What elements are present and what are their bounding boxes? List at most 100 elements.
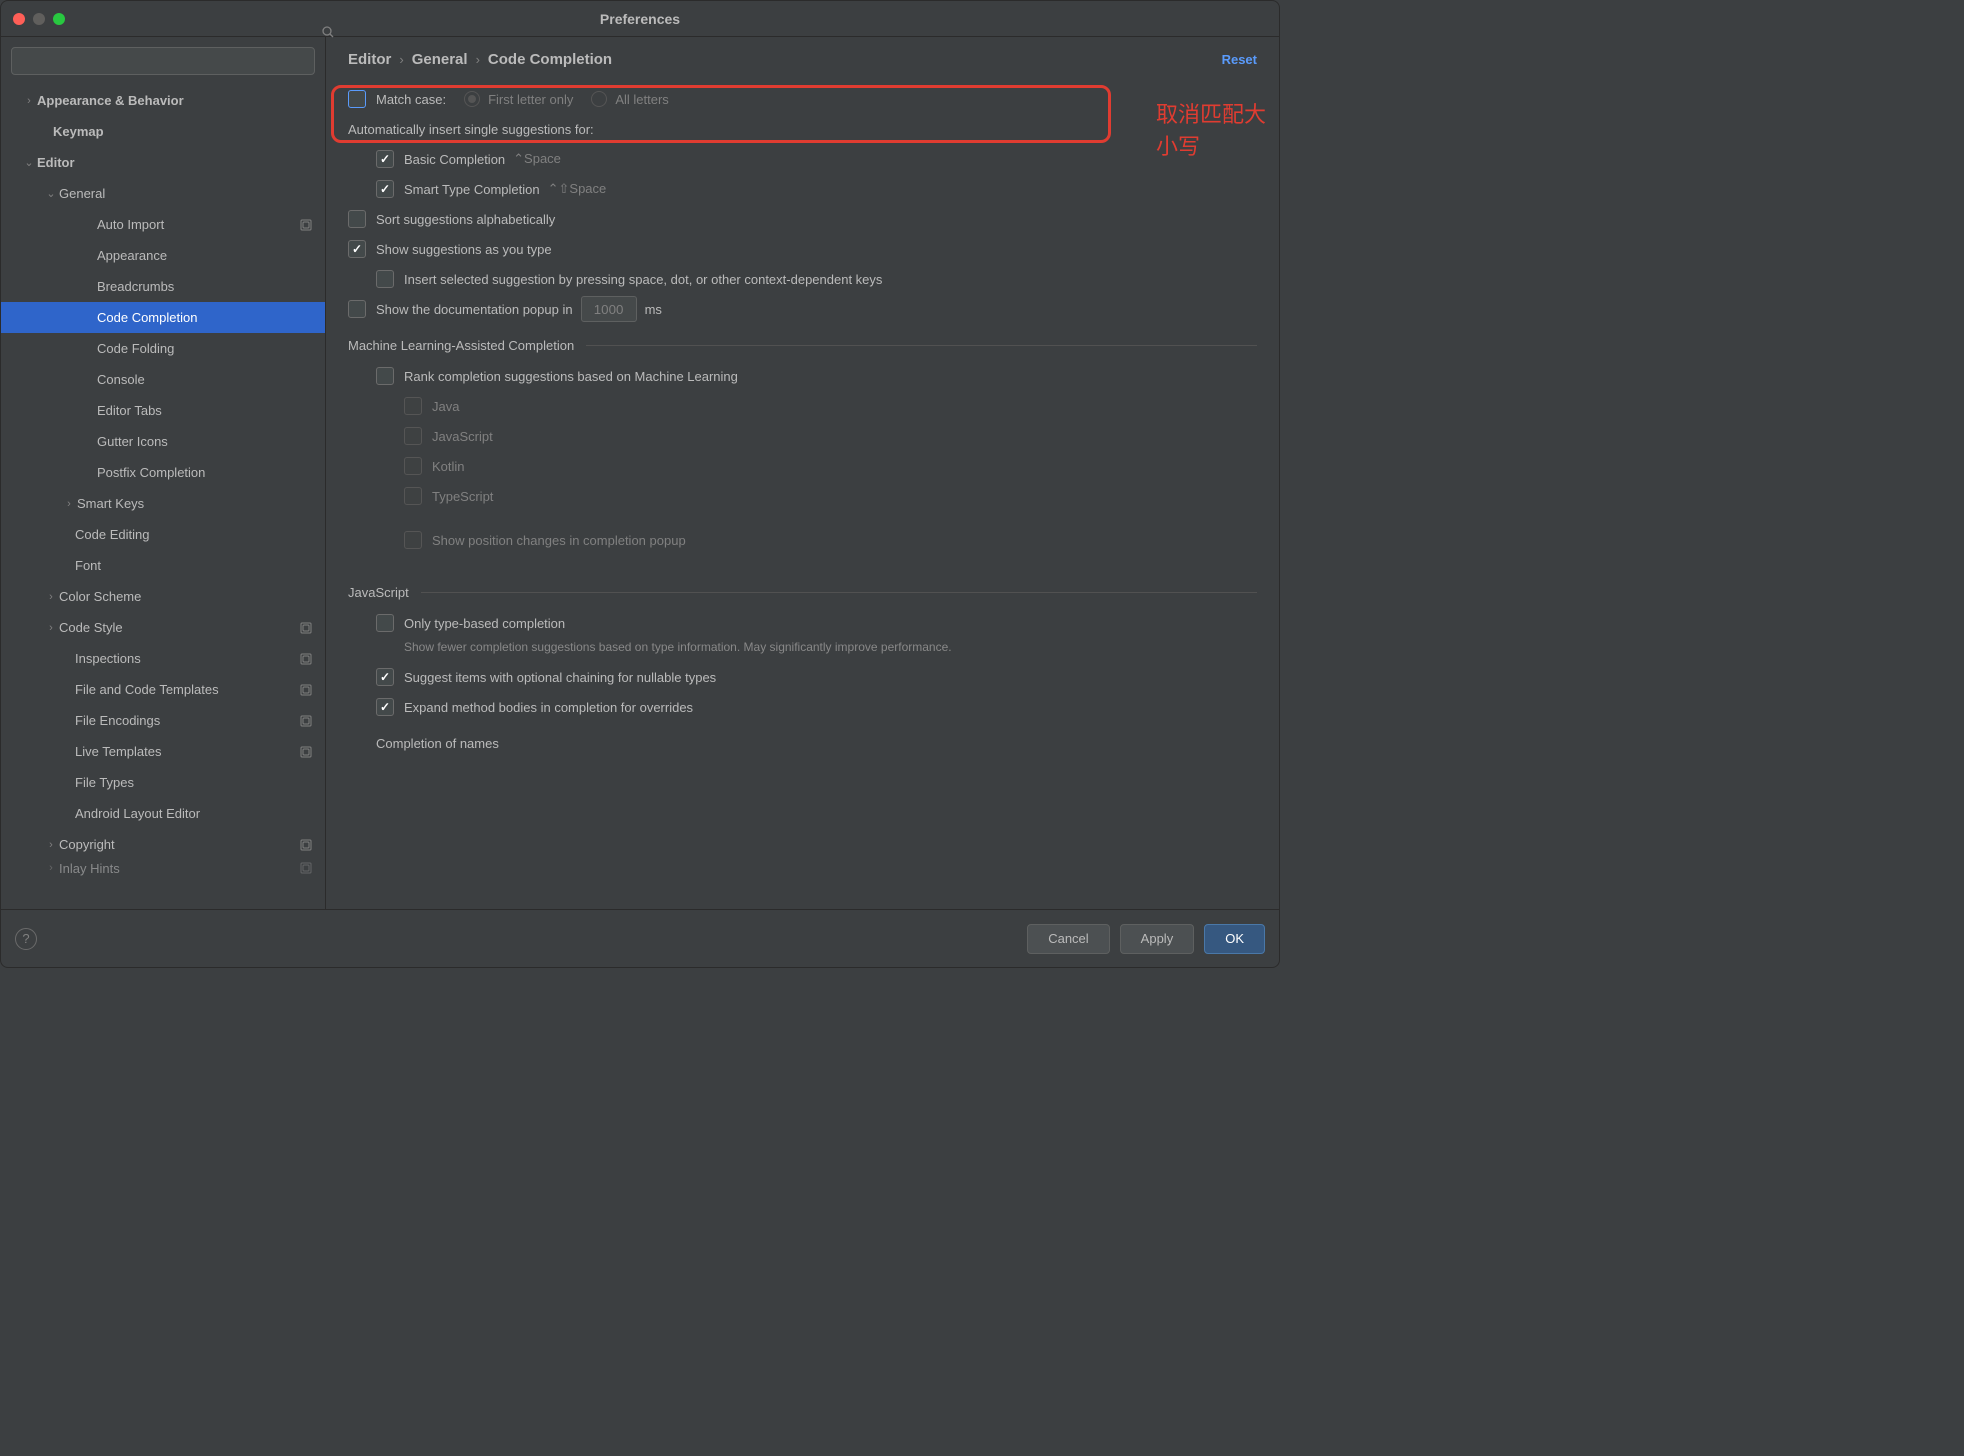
- js-type-based-checkbox[interactable]: [376, 614, 394, 632]
- spacer: [81, 436, 97, 448]
- first-letter-radio: [464, 91, 480, 107]
- ml-kotlin-label: Kotlin: [432, 459, 465, 474]
- sidebar-item-label: Inlay Hints: [59, 861, 299, 876]
- spacer: [81, 250, 97, 262]
- sidebar-item-label: Keymap: [53, 124, 317, 139]
- sidebar-item-color-scheme[interactable]: ›Color Scheme: [1, 581, 325, 612]
- separator: [586, 345, 1257, 346]
- sidebar-item-code-style[interactable]: ›Code Style: [1, 612, 325, 643]
- basic-shortcut: ⌃Space: [513, 151, 561, 167]
- spacer: [59, 808, 75, 820]
- sidebar-item-keymap[interactable]: Keymap: [1, 116, 325, 147]
- chevron-right-icon: ›: [476, 52, 480, 67]
- spacer: [81, 281, 97, 293]
- spacer: [59, 777, 75, 789]
- sidebar-item-label: Postfix Completion: [97, 465, 317, 480]
- insert-selected-checkbox[interactable]: [376, 270, 394, 288]
- sidebar-item-label: Appearance: [97, 248, 317, 263]
- doc-delay-input[interactable]: [581, 296, 637, 322]
- spacer: [59, 529, 75, 541]
- sidebar-item-general[interactable]: ⌄General: [1, 178, 325, 209]
- cancel-button[interactable]: Cancel: [1027, 924, 1109, 954]
- sidebar-item-label: Color Scheme: [59, 589, 317, 604]
- sidebar-item-label: Appearance & Behavior: [37, 93, 317, 108]
- separator: [421, 592, 1257, 593]
- sidebar-item-label: Inspections: [75, 651, 299, 666]
- sidebar-item-editor-tabs[interactable]: Editor Tabs: [1, 395, 325, 426]
- basic-completion-checkbox[interactable]: [376, 150, 394, 168]
- sort-alpha-checkbox[interactable]: [348, 210, 366, 228]
- sidebar-item-label: Copyright: [59, 837, 299, 852]
- spacer: [81, 343, 97, 355]
- sidebar-item-code-folding[interactable]: Code Folding: [1, 333, 325, 364]
- sidebar-item-file-types[interactable]: File Types: [1, 767, 325, 798]
- smart-completion-checkbox[interactable]: [376, 180, 394, 198]
- ml-pos-checkbox: [404, 531, 422, 549]
- reset-link[interactable]: Reset: [1222, 52, 1257, 67]
- profile-scope-icon: [299, 218, 313, 232]
- sidebar-item-label: Smart Keys: [77, 496, 317, 511]
- show-typing-checkbox[interactable]: [348, 240, 366, 258]
- sidebar-item-gutter-icons[interactable]: Gutter Icons: [1, 426, 325, 457]
- sidebar-item-appearance[interactable]: Appearance: [1, 240, 325, 271]
- footer: ? Cancel Apply OK: [1, 909, 1279, 967]
- sidebar-item-postfix-completion[interactable]: Postfix Completion: [1, 457, 325, 488]
- sidebar-item-android-layout-editor[interactable]: Android Layout Editor: [1, 798, 325, 829]
- sidebar-item-auto-import[interactable]: Auto Import: [1, 209, 325, 240]
- sidebar-item-label: Console: [97, 372, 317, 387]
- sidebar-item-font[interactable]: Font: [1, 550, 325, 581]
- breadcrumb-general[interactable]: General: [412, 51, 468, 68]
- settings-tree[interactable]: ›Appearance & Behavior Keymap⌄Editor⌄Gen…: [1, 85, 325, 909]
- sidebar-item-label: Editor Tabs: [97, 403, 317, 418]
- ml-rank-label: Rank completion suggestions based on Mac…: [404, 369, 738, 384]
- sidebar-item-live-templates[interactable]: Live Templates: [1, 736, 325, 767]
- js-type-hint: Show fewer completion suggestions based …: [348, 638, 1257, 656]
- sidebar-item-code-editing[interactable]: Code Editing: [1, 519, 325, 550]
- profile-scope-icon: [299, 683, 313, 697]
- help-button[interactable]: ?: [15, 928, 37, 950]
- apply-button[interactable]: Apply: [1120, 924, 1195, 954]
- js-expand-checkbox[interactable]: [376, 698, 394, 716]
- search-input[interactable]: [11, 47, 315, 75]
- sidebar-item-label: Code Editing: [75, 527, 317, 542]
- sidebar-item-label: Code Folding: [97, 341, 317, 356]
- sidebar-item-file-and-code-templates[interactable]: File and Code Templates: [1, 674, 325, 705]
- sidebar-item-inspections[interactable]: Inspections: [1, 643, 325, 674]
- sidebar-item-copyright[interactable]: ›Copyright: [1, 829, 325, 860]
- spacer: [59, 560, 75, 572]
- js-type-based-label: Only type-based completion: [404, 616, 565, 631]
- spacer: [81, 312, 97, 324]
- sidebar-item-code-completion[interactable]: Code Completion: [1, 302, 325, 333]
- sidebar-item-label: General: [59, 186, 317, 201]
- settings-panel[interactable]: Match case: First letter only All letter…: [326, 78, 1279, 909]
- chevron-right-icon: ›: [43, 862, 59, 874]
- js-nullable-checkbox[interactable]: [376, 668, 394, 686]
- profile-scope-icon: [299, 621, 313, 635]
- sidebar-item-inlay-hints[interactable]: ›Inlay Hints: [1, 860, 325, 876]
- chevron-right-icon: ›: [43, 591, 59, 603]
- all-letters-radio: [591, 91, 607, 107]
- sidebar-item-label: Code Completion: [97, 310, 317, 325]
- sidebar-item-label: File Encodings: [75, 713, 299, 728]
- breadcrumb-editor[interactable]: Editor: [348, 51, 391, 68]
- sidebar-item-appearance-behavior[interactable]: ›Appearance & Behavior: [1, 85, 325, 116]
- sidebar-item-console[interactable]: Console: [1, 364, 325, 395]
- ok-button[interactable]: OK: [1204, 924, 1265, 954]
- auto-insert-header: Automatically insert single suggestions …: [348, 122, 594, 137]
- sort-alpha-label: Sort suggestions alphabetically: [376, 212, 555, 227]
- ml-pos-label: Show position changes in completion popu…: [432, 533, 686, 548]
- sidebar-item-file-encodings[interactable]: File Encodings: [1, 705, 325, 736]
- sidebar-item-label: Code Style: [59, 620, 299, 635]
- sidebar-item-editor[interactable]: ⌄Editor: [1, 147, 325, 178]
- ml-rank-checkbox[interactable]: [376, 367, 394, 385]
- sidebar-item-smart-keys[interactable]: ›Smart Keys: [1, 488, 325, 519]
- show-doc-checkbox[interactable]: [348, 300, 366, 318]
- breadcrumb-code-completion: Code Completion: [488, 51, 612, 68]
- sidebar-item-label: Auto Import: [97, 217, 299, 232]
- profile-scope-icon: [299, 838, 313, 852]
- titlebar: Preferences: [1, 1, 1279, 37]
- match-case-checkbox[interactable]: [348, 90, 366, 108]
- sidebar-item-breadcrumbs[interactable]: Breadcrumbs: [1, 271, 325, 302]
- ml-js-checkbox: [404, 427, 422, 445]
- js-expand-label: Expand method bodies in completion for o…: [404, 700, 693, 715]
